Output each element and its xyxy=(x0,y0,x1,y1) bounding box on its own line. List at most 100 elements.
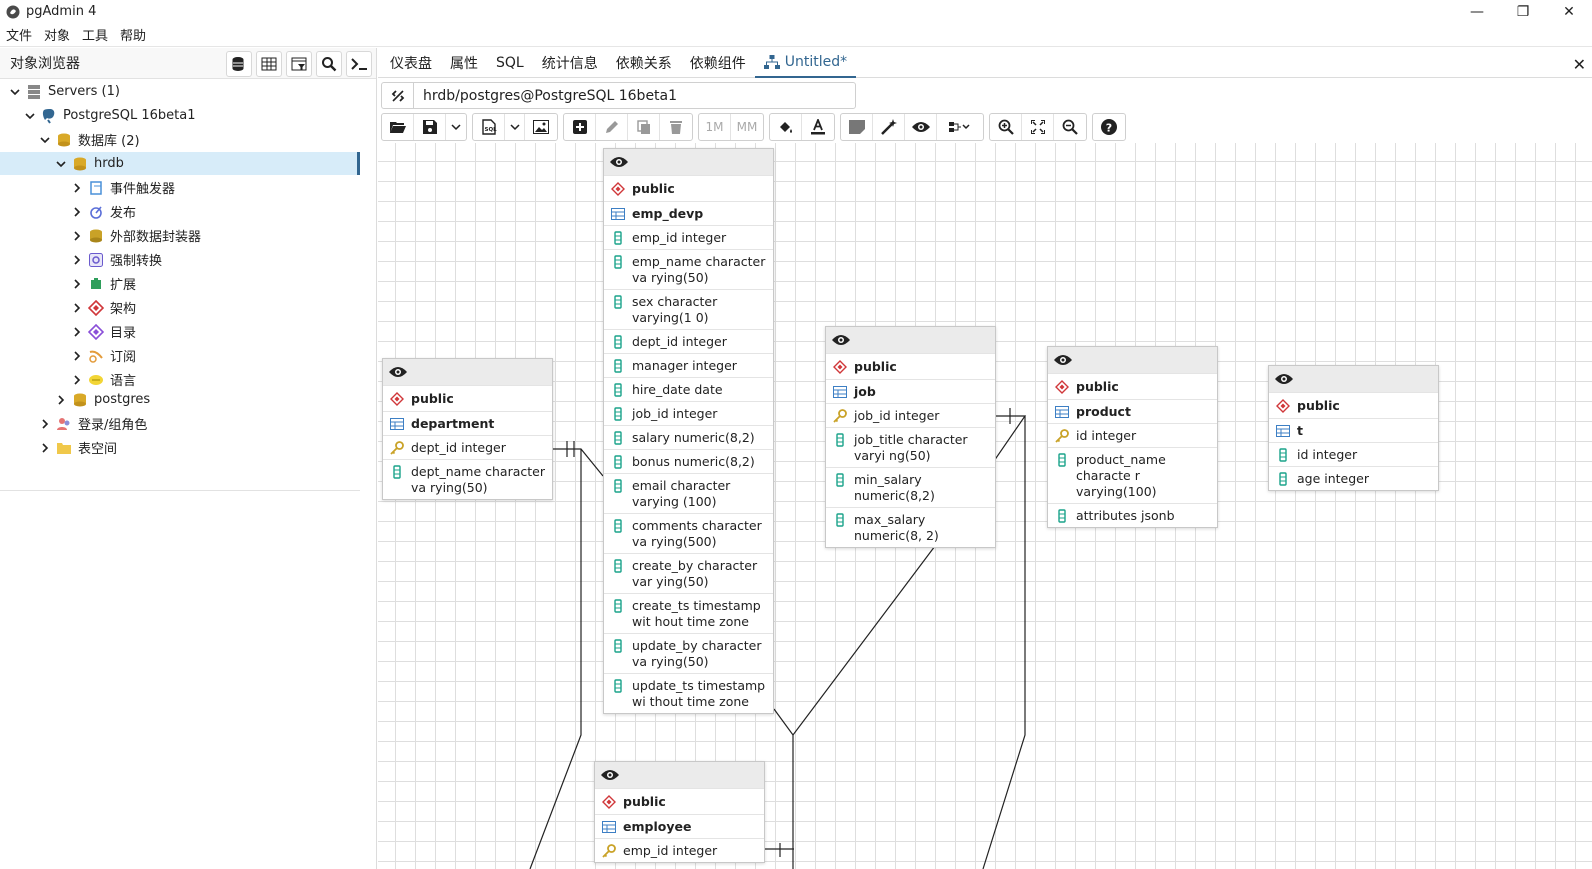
eye-icon[interactable] xyxy=(601,769,619,781)
chevron-right-icon[interactable] xyxy=(38,417,52,431)
erd-table-header[interactable] xyxy=(1269,366,1438,392)
search-objects-button[interactable] xyxy=(316,51,342,77)
menu-help[interactable]: 帮助 xyxy=(120,25,146,44)
zoom-out-button[interactable] xyxy=(1054,114,1086,140)
chevron-right-icon[interactable] xyxy=(70,325,84,339)
erd-table-header[interactable] xyxy=(826,327,995,353)
sql-dropdown-button[interactable] xyxy=(505,114,525,140)
eye-icon[interactable] xyxy=(1275,373,1293,385)
tab-dependents[interactable]: 依赖组件 xyxy=(681,48,755,78)
toggle-details-button[interactable] xyxy=(905,114,937,140)
tree-node-catalogs[interactable]: 目录 xyxy=(70,320,136,343)
menu-object[interactable]: 对象 xyxy=(44,25,70,44)
chevron-down-icon[interactable] xyxy=(54,157,68,171)
chevron-right-icon[interactable] xyxy=(70,301,84,315)
text-color-button[interactable] xyxy=(802,114,834,140)
chevron-down-icon[interactable] xyxy=(38,133,52,147)
tab-statistics[interactable]: 统计信息 xyxy=(533,48,607,78)
chevron-right-icon[interactable] xyxy=(70,349,84,363)
tree-node-hrdb[interactable]: hrdb xyxy=(0,152,360,175)
save-dropdown-button[interactable] xyxy=(446,114,466,140)
erd-canvas[interactable]: public department dept_id integer dept_n… xyxy=(378,143,1592,869)
tab-dashboard[interactable]: 仪表盘 xyxy=(381,48,441,78)
tab-dependencies[interactable]: 依赖关系 xyxy=(607,48,681,78)
cardinality-notation-button[interactable] xyxy=(937,114,983,140)
chevron-right-icon[interactable] xyxy=(70,253,84,267)
erd-table-header[interactable] xyxy=(383,359,552,385)
tree-node-servers[interactable]: Servers (1) xyxy=(8,80,120,103)
psql-tool-button[interactable] xyxy=(346,51,372,77)
tree-node-subscriptions[interactable]: 订阅 xyxy=(70,344,136,367)
tree-node-roles[interactable]: 登录/组角色 xyxy=(38,412,147,435)
schema-icon xyxy=(1275,398,1291,414)
eye-icon[interactable] xyxy=(610,156,628,168)
chevron-right-icon[interactable] xyxy=(70,181,84,195)
chevron-right-icon[interactable] xyxy=(70,229,84,243)
erd-table-job[interactable]: public job job_id integer job_title chara… xyxy=(825,326,996,548)
erd-table-employee[interactable]: public employee emp_id integer xyxy=(594,761,765,863)
search-icon xyxy=(322,57,337,72)
tree-node-postgres-db[interactable]: postgres xyxy=(54,388,150,411)
menu-tools[interactable]: 工具 xyxy=(82,25,108,44)
tree-node-publications[interactable]: 发布 xyxy=(70,200,136,223)
erd-table-header[interactable] xyxy=(1048,347,1217,373)
erd-table-name-row: department xyxy=(383,411,552,435)
add-table-button[interactable] xyxy=(564,114,596,140)
erd-table-header[interactable] xyxy=(595,762,764,788)
tree-node-fdw[interactable]: 外部数据封装器 xyxy=(70,224,201,247)
connection-bar[interactable]: hrdb/postgres@PostgreSQL 16beta1 xyxy=(381,82,856,109)
erd-table-t[interactable]: public t id integer age integer xyxy=(1268,365,1439,491)
table-name: t xyxy=(1297,423,1303,438)
tree-node-extensions[interactable]: 扩展 xyxy=(70,272,136,295)
many-to-many-button[interactable]: MM xyxy=(731,114,763,140)
tab-properties[interactable]: 属性 xyxy=(441,48,487,78)
chevron-right-icon[interactable] xyxy=(70,277,84,291)
erd-column-row: hire_date date xyxy=(604,377,773,401)
fill-color-button[interactable] xyxy=(770,114,802,140)
query-tool-db-button[interactable] xyxy=(226,51,252,77)
chevron-right-icon[interactable] xyxy=(54,393,68,407)
tab-sql[interactable]: SQL xyxy=(487,48,533,78)
download-image-button[interactable] xyxy=(525,114,557,140)
column-icon xyxy=(610,254,626,270)
erd-table-product[interactable]: public product id integer product_name ch… xyxy=(1047,346,1218,528)
tree-node-casts[interactable]: 强制转换 xyxy=(70,248,162,271)
menu-file[interactable]: 文件 xyxy=(6,25,32,44)
tree-node-server[interactable]: PostgreSQL 16beta1 xyxy=(23,104,196,127)
chevron-right-icon[interactable] xyxy=(70,205,84,219)
chevron-down-icon[interactable] xyxy=(8,85,22,99)
save-button[interactable] xyxy=(414,114,446,140)
generate-sql-button[interactable]: SQL xyxy=(473,114,505,140)
zoom-to-fit-button[interactable] xyxy=(1022,114,1054,140)
filter-rows-button[interactable] xyxy=(286,51,312,77)
erd-table-emp-devp[interactable]: public emp_devp emp_id integer emp_name c… xyxy=(603,148,774,714)
tree-node-schemas[interactable]: 架构 xyxy=(70,296,136,319)
open-file-button[interactable] xyxy=(382,114,414,140)
one-to-many-button[interactable]: 1M xyxy=(699,114,731,140)
eye-icon[interactable] xyxy=(832,334,850,346)
tree-node-event-triggers[interactable]: 事件触发器 xyxy=(70,176,175,199)
chevron-right-icon[interactable] xyxy=(70,373,84,387)
close-tab-icon[interactable]: ✕ xyxy=(1573,55,1586,74)
close-window-button[interactable]: ✕ xyxy=(1546,0,1592,23)
minimize-button[interactable]: — xyxy=(1454,0,1500,23)
chevron-right-icon[interactable] xyxy=(38,441,52,455)
restore-button[interactable]: ❐ xyxy=(1500,0,1546,23)
help-button[interactable]: ? xyxy=(1093,114,1125,140)
add-note-button[interactable] xyxy=(841,114,873,140)
tree-node-tablespaces[interactable]: 表空间 xyxy=(38,436,117,459)
zoom-in-button[interactable] xyxy=(990,114,1022,140)
eye-icon[interactable] xyxy=(1054,354,1072,366)
erd-table-department[interactable]: public department dept_id integer dept_n… xyxy=(382,358,553,500)
connection-status-icon[interactable] xyxy=(382,83,414,108)
auto-align-button[interactable] xyxy=(873,114,905,140)
view-data-button[interactable] xyxy=(256,51,282,77)
edit-table-button[interactable] xyxy=(596,114,628,140)
drop-table-button[interactable] xyxy=(660,114,692,140)
chevron-down-icon[interactable] xyxy=(23,109,37,123)
tab-erd-untitled[interactable]: Untitled* xyxy=(754,48,857,78)
tree-node-databases[interactable]: 数据库 (2) xyxy=(38,128,140,151)
clone-table-button[interactable] xyxy=(628,114,660,140)
eye-icon[interactable] xyxy=(389,366,407,378)
erd-table-header[interactable] xyxy=(604,149,773,175)
